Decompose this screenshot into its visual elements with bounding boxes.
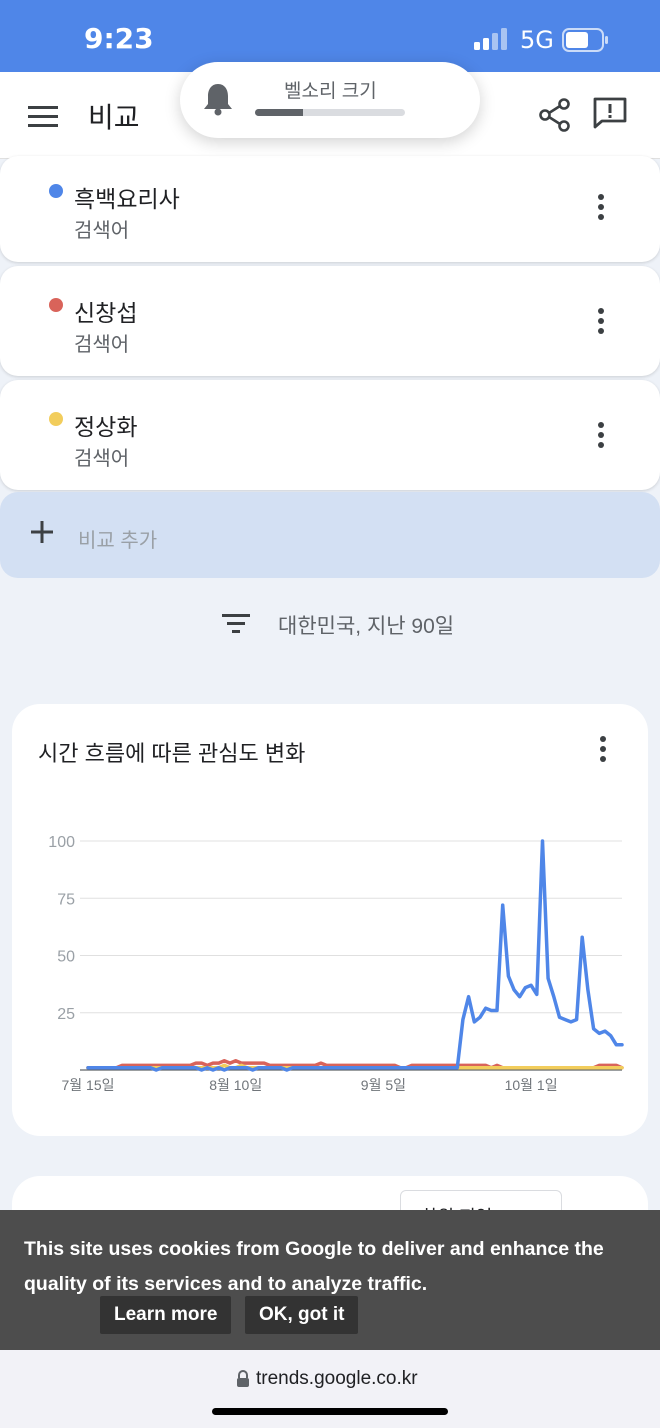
y-tick-label: 100 bbox=[48, 834, 75, 851]
volume-hud: 벨소리 크기 bbox=[180, 62, 480, 138]
filter-icon bbox=[222, 614, 250, 633]
battery-icon bbox=[562, 28, 608, 52]
ok-got-it-button[interactable]: OK, got it bbox=[245, 1296, 359, 1334]
cookie-text: This site uses cookies from Google to de… bbox=[24, 1238, 604, 1295]
term-name: 흑백요리사 bbox=[74, 186, 180, 212]
plus-icon bbox=[31, 521, 53, 543]
y-tick-label: 50 bbox=[57, 949, 75, 966]
term-type: 검색어 bbox=[74, 448, 130, 470]
browser-address-bar[interactable]: trends.google.co.kr bbox=[0, 1350, 660, 1428]
feedback-icon[interactable] bbox=[592, 96, 628, 130]
signal-icon bbox=[474, 28, 507, 50]
volume-label: 벨소리 크기 bbox=[284, 81, 377, 102]
term-type: 검색어 bbox=[74, 334, 130, 356]
y-tick-label: 75 bbox=[57, 891, 75, 908]
term-name: 정상화 bbox=[74, 414, 138, 440]
bell-icon bbox=[204, 84, 232, 116]
more-options-icon[interactable] bbox=[598, 422, 606, 452]
add-compare-label: 비교 추가 bbox=[78, 530, 158, 552]
x-tick-label: 7월 15일 bbox=[61, 1077, 114, 1093]
filter-row[interactable]: 대한민국, 지난 90일 bbox=[0, 590, 660, 666]
add-compare-button[interactable]: 비교 추가 bbox=[0, 492, 660, 578]
cookie-banner: This site uses cookies from Google to de… bbox=[0, 1210, 660, 1350]
series-color-dot bbox=[49, 412, 63, 426]
x-tick-label: 8월 10일 bbox=[209, 1077, 262, 1093]
network-type: 5G bbox=[520, 26, 554, 54]
x-tick-label: 10월 1일 bbox=[505, 1077, 558, 1093]
series-color-dot bbox=[49, 298, 63, 312]
page-title: 비교 bbox=[88, 102, 140, 133]
url-text: trends.google.co.kr bbox=[256, 1368, 418, 1389]
more-options-icon[interactable] bbox=[598, 194, 606, 224]
learn-more-button[interactable]: Learn more bbox=[100, 1296, 232, 1334]
share-icon[interactable] bbox=[538, 98, 572, 132]
volume-level-fill bbox=[255, 109, 303, 116]
term-card-1[interactable]: 흑백요리사 검색어 bbox=[0, 156, 660, 262]
interest-over-time-card: 시간 흐름에 따른 관심도 변화 25 50 75 100 7월 15일 8월 10일 9월… bbox=[12, 704, 648, 1136]
more-options-icon[interactable] bbox=[598, 308, 606, 338]
term-card-2[interactable]: 신창섭 검색어 bbox=[0, 266, 660, 376]
volume-level-bar bbox=[255, 109, 405, 116]
filter-label: 대한민국, 지난 90일 bbox=[278, 615, 455, 638]
lock-icon bbox=[237, 1370, 249, 1387]
x-tick-label: 9월 5일 bbox=[361, 1077, 406, 1093]
term-card-3[interactable]: 정상화 검색어 bbox=[0, 380, 660, 490]
menu-icon[interactable] bbox=[28, 106, 58, 128]
interest-line-chart: 25 50 75 100 7월 15일 8월 10일 9월 5일 10월 1일 bbox=[48, 834, 624, 1093]
home-indicator[interactable] bbox=[212, 1408, 448, 1415]
status-time: 9:23 bbox=[84, 22, 154, 55]
term-type: 검색어 bbox=[74, 220, 130, 242]
y-tick-label: 25 bbox=[57, 1006, 75, 1023]
term-name: 신창섭 bbox=[74, 300, 138, 326]
series-color-dot bbox=[49, 184, 63, 198]
